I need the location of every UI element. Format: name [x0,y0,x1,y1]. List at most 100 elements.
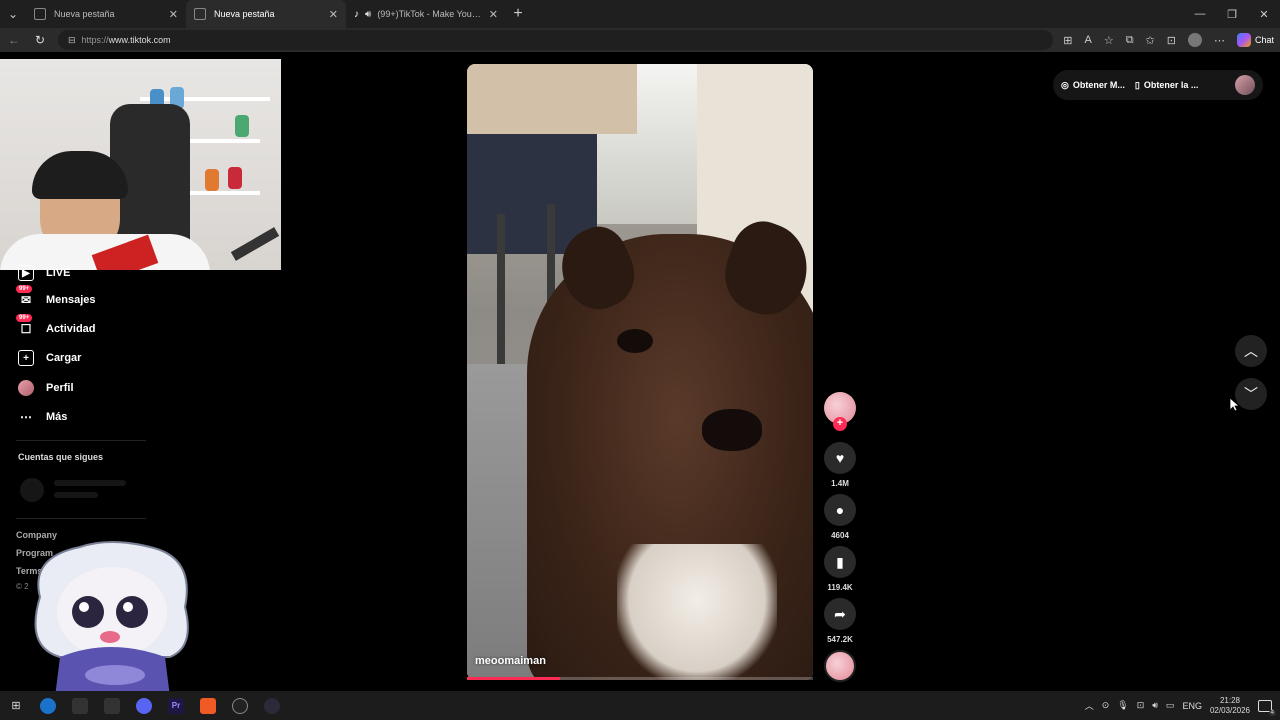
browser-titlebar: ⌄ Nueva pestaña ✕ Nueva pestaña ✕ ♪ 🔊︎ (… [0,0,1280,28]
sidebar-item-more[interactable]: ⋯ Más [18,409,67,425]
start-button[interactable]: ⊞ [0,691,32,720]
back-icon[interactable]: ← [6,33,22,47]
tab-new-2[interactable]: Nueva pestaña ✕ [186,0,346,28]
discord-icon [136,697,152,714]
clock[interactable]: 21:28 02/03/2026 [1210,696,1250,716]
sidebar-item-activity[interactable]: ☐ 99+ Actividad [16,314,96,337]
app-available-icon[interactable]: ⊞ [1063,34,1072,47]
webcam-overlay [0,59,281,270]
get-app-link[interactable]: ▯ Obtener la ... [1135,80,1198,91]
like-button[interactable]: ♥ [824,442,856,474]
restore-icon[interactable]: ❐ [1216,0,1248,28]
toolbar-right: ⊞ A ☆ ⧉ ✩ ⊡ ⋯ Chat [1063,33,1274,47]
video-progress-fill [467,677,561,680]
notification-count: 4 [1268,709,1276,716]
taskbar-brave[interactable] [192,691,224,720]
translate-icon[interactable]: A [1084,34,1091,46]
sidebar-item-label: LIVE [46,267,71,279]
app-icon [104,697,120,714]
save-button[interactable]: ▮ [824,546,856,578]
minimize-icon[interactable]: — [1184,0,1216,28]
get-app-bar: ◎ Obtener M... ▯ Obtener la ... [1053,70,1263,100]
microphone-icon[interactable]: 🎙︎ [1117,700,1128,711]
user-avatar[interactable] [1235,75,1255,95]
taskbar-app[interactable] [64,691,96,720]
sidebar-item-label: Cargar [46,352,82,364]
sidebar-item-label: Perfil [46,382,74,394]
close-window-icon[interactable]: ✕ [1248,0,1280,28]
favorite-star-icon[interactable]: ☆ [1104,34,1114,47]
follow-plus-button[interactable]: + [833,417,847,431]
notification-center-icon[interactable]: 4 [1258,699,1276,716]
video-author-username[interactable]: meoomaiman [475,655,546,667]
tab-close-icon[interactable]: ✕ [169,8,178,21]
sidebar-item-messages[interactable]: ✉ 99+ Mensajes [16,285,96,308]
extensions-icon[interactable]: ⧉ [1126,34,1134,47]
sidebar-item-label: Más [46,411,68,423]
more-icon: ⋯ [20,410,32,424]
tab-close-icon[interactable]: ✕ [489,8,498,21]
brave-icon [200,697,216,714]
tray-expand-icon[interactable]: ︿ [1085,699,1094,712]
figure-toy [235,115,249,137]
network-icon[interactable]: ⊡ [1137,700,1145,711]
volume-icon[interactable]: 🔊︎ [1152,700,1158,711]
loading-placeholder-avatar [20,478,44,502]
url-host: www.tiktok.com [108,35,171,45]
tray-app-icon[interactable]: ⊙ [1102,700,1110,711]
taskbar-discord[interactable] [128,691,160,720]
puppy-eye [617,329,653,353]
copilot-icon [1236,33,1251,47]
tab-title: (99+)TikTok - Make Your Day [377,9,483,19]
taskbar-premiere[interactable]: Pr [160,691,192,720]
comment-button[interactable]: ● [824,494,856,526]
screen: ⌄ Nueva pestaña ✕ Nueva pestaña ✕ ♪ 🔊︎ (… [0,0,1280,720]
taskbar-app[interactable] [96,691,128,720]
video-progress-bar[interactable] [467,677,813,680]
collections-icon[interactable]: ⊡ [1167,34,1176,47]
url-field[interactable]: ⊟ https://www.tiktok.com [58,30,1054,50]
settings-more-icon[interactable]: ⋯ [1214,34,1225,47]
share-button[interactable]: ➦ [824,598,856,630]
copilot-chat-button[interactable]: Chat [1236,33,1274,47]
chevron-up-icon: ︿ [1244,343,1258,359]
loading-placeholder-bar [54,492,98,498]
chat-label: Chat [1254,35,1274,45]
profile-avatar[interactable] [1187,33,1202,47]
comment-icon: ● [835,502,845,518]
video-player[interactable]: meoomaiman [467,64,813,680]
get-coins-label: Obtener M... [1072,80,1125,90]
like-count: 1.4M [831,479,849,488]
activity-icon: ☐ 99+ [16,314,34,337]
activity-badge: 99+ [16,314,33,322]
tab-close-icon[interactable]: ✕ [329,8,338,21]
battery-icon[interactable]: ▭ [1166,700,1175,711]
taskbar-obs[interactable] [224,691,256,720]
tab-actions-menu-icon[interactable]: ⌄ [0,0,26,28]
reload-icon[interactable]: ↻ [32,33,48,47]
get-coins-link[interactable]: ◎ Obtener M... [1061,80,1125,91]
sidebar-item-label: Mensajes [46,294,96,306]
taskbar-app[interactable] [256,691,288,720]
window-controls: — ❐ ✕ [1184,0,1280,28]
previous-video-button[interactable]: ︿ [1235,335,1267,367]
tiktok-favicon-icon: ♪ [354,8,359,20]
music-disc-avatar[interactable] [824,650,856,682]
speaker-icon[interactable]: 🔊︎ [365,9,371,20]
sidebar-item-upload[interactable]: + Cargar [18,350,81,366]
figure-toy [205,169,219,191]
sidebar-item-profile[interactable]: Perfil [18,380,74,396]
new-tab-button[interactable]: + [506,0,530,28]
coin-icon: ◎ [1061,79,1069,90]
favorites-icon[interactable]: ✩ [1146,34,1155,47]
windows-taskbar: ⊞ Pr ︿ ⊙ 🎙︎ ⊡ 🔊︎ ▭ ENG 21:28 02/03/2026 … [0,691,1280,720]
following-heading: Cuentas que sigues [18,452,104,462]
sidebar-item-live[interactable]: ▶ LIVE [18,265,70,281]
taskbar-edge[interactable] [32,691,64,720]
tab-new-1[interactable]: Nueva pestaña ✕ [26,0,186,28]
tab-tiktok[interactable]: ♪ 🔊︎ (99+)TikTok - Make Your Day ✕ [346,0,506,28]
shelf [190,139,260,143]
language-indicator[interactable]: ENG [1182,701,1202,711]
site-info-icon[interactable]: ⊟ [68,35,76,46]
divider [16,518,146,519]
